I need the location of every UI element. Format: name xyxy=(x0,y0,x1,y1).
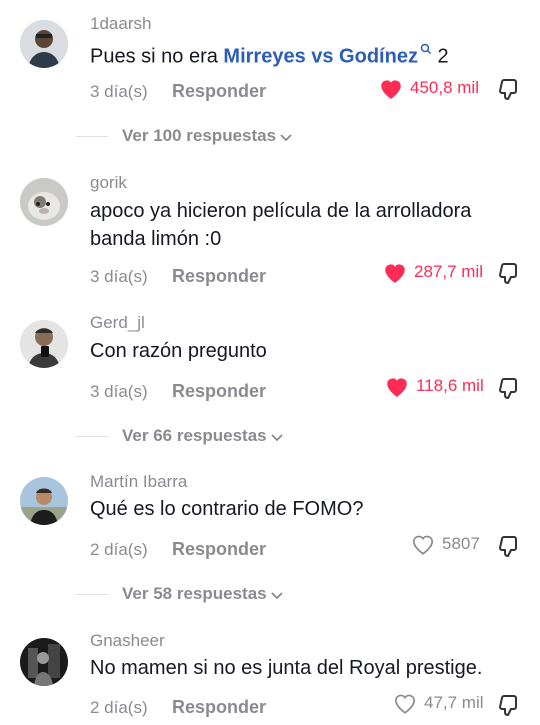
like-count: 47,7 mil xyxy=(424,693,484,712)
like-count: 287,7 mil xyxy=(414,262,483,281)
comment-time: 3 día(s) xyxy=(90,267,148,286)
dislike-button[interactable] xyxy=(496,692,522,718)
dislike-button[interactable] xyxy=(496,76,522,102)
comment-text-line: apoco ya hicieron película de la arrolla… xyxy=(90,200,472,222)
comment-username[interactable]: Martín Ibarra xyxy=(90,472,187,492)
divider xyxy=(76,136,108,137)
comment-text: Qué es lo contrario de FOMO? xyxy=(90,498,364,520)
comment-text-part: Pues si no era xyxy=(90,45,224,68)
dislike-icon xyxy=(499,378,517,399)
like-button[interactable]: 118,6 mil xyxy=(384,374,484,398)
dislike-icon xyxy=(499,695,517,716)
comment-text: Con razón pregunto xyxy=(90,340,267,362)
reply-button[interactable]: Responder xyxy=(172,381,266,402)
dislike-button[interactable] xyxy=(496,260,522,286)
heart-icon xyxy=(381,80,401,99)
comment-time: 3 día(s) xyxy=(90,82,148,101)
dislike-icon xyxy=(499,536,517,557)
heart-icon xyxy=(387,378,407,397)
heart-icon xyxy=(394,694,416,714)
view-replies-button[interactable]: Ver 100 respuestas xyxy=(122,126,292,147)
comment-text: No mamen si no es junta del Royal presti… xyxy=(90,657,483,679)
dislike-icon xyxy=(499,79,517,100)
heart-icon xyxy=(385,264,405,283)
comment-text: apoco ya hicieron película de la arrolla… xyxy=(90,197,530,253)
like-count: 5807 xyxy=(442,534,480,553)
view-replies-label: Ver 100 respuestas xyxy=(122,126,277,145)
search-icon[interactable] xyxy=(420,43,432,58)
avatar[interactable] xyxy=(20,178,68,226)
avatar[interactable] xyxy=(20,320,68,368)
view-replies-button[interactable]: Ver 66 respuestas xyxy=(122,426,283,447)
like-count: 118,6 mil xyxy=(416,376,484,395)
reply-button[interactable]: Responder xyxy=(172,81,266,102)
comment-username[interactable]: Gnasheer xyxy=(90,631,165,651)
dislike-icon xyxy=(499,263,517,284)
chevron-down-icon xyxy=(270,427,283,447)
reply-button[interactable]: Responder xyxy=(172,539,266,560)
comment-time: 2 día(s) xyxy=(90,698,148,717)
avatar[interactable] xyxy=(20,20,68,68)
comment-time: 2 día(s) xyxy=(90,540,148,559)
heart-icon xyxy=(412,535,434,555)
search-link[interactable]: Mirreyes vs Godínez xyxy=(223,46,418,68)
like-count: 450,8 mil xyxy=(410,78,479,97)
comment-text-part: 2 xyxy=(431,45,449,68)
comment-text-line: banda limón :0 xyxy=(90,228,222,250)
avatar[interactable] xyxy=(20,477,68,525)
comment-username[interactable]: 1daarsh xyxy=(90,14,151,34)
like-button[interactable]: 47,7 mil xyxy=(392,691,484,715)
avatar[interactable] xyxy=(20,638,68,686)
view-replies[interactable]: Ver 58 respuestas xyxy=(0,580,540,610)
reply-button[interactable]: Responder xyxy=(172,697,266,718)
comment-username[interactable]: Gerd_jl xyxy=(90,313,145,333)
view-replies-label: Ver 58 respuestas xyxy=(122,584,267,603)
view-replies[interactable]: Ver 100 respuestas xyxy=(0,122,540,152)
chevron-down-icon xyxy=(270,585,283,605)
view-replies-button[interactable]: Ver 58 respuestas xyxy=(122,584,283,605)
comment-username[interactable]: gorik xyxy=(90,173,127,193)
comment-time: 3 día(s) xyxy=(90,382,148,401)
view-replies[interactable]: Ver 66 respuestas xyxy=(0,422,540,452)
like-button[interactable]: 5807 xyxy=(410,532,480,556)
comment-text: Pues si no era Mirreyes vs Godínez 2 xyxy=(90,37,530,71)
dislike-button[interactable] xyxy=(496,533,522,559)
like-button[interactable]: 450,8 mil xyxy=(378,76,479,100)
divider xyxy=(76,436,108,437)
chevron-down-icon xyxy=(280,127,292,147)
like-button[interactable]: 287,7 mil xyxy=(382,260,483,284)
reply-button[interactable]: Responder xyxy=(172,266,266,287)
divider xyxy=(76,594,108,595)
view-replies-label: Ver 66 respuestas xyxy=(122,426,267,445)
dislike-button[interactable] xyxy=(496,375,522,401)
